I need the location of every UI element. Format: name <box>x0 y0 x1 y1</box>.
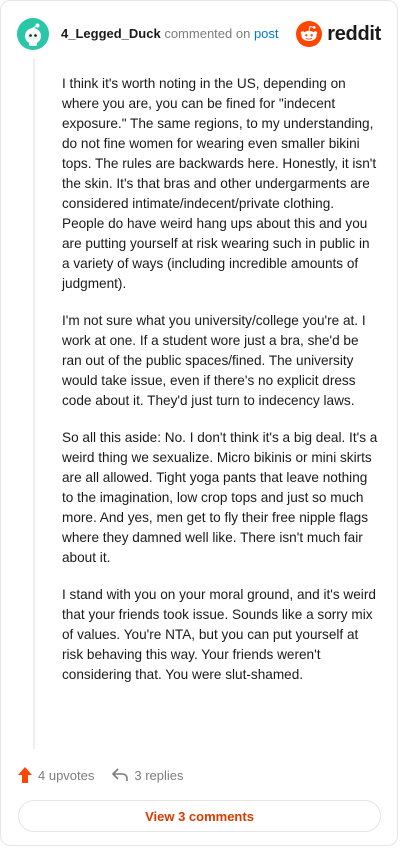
reddit-snoo-icon <box>296 21 323 47</box>
user-avatar[interactable] <box>17 18 49 50</box>
view-comments-button[interactable]: View 3 comments <box>18 800 381 832</box>
comment-paragraph: I think it's worth noting in the US, dep… <box>62 76 377 291</box>
comment-paragraph: So all this aside: No. I don't think it'… <box>62 430 378 565</box>
reddit-logo[interactable]: reddit <box>296 21 381 47</box>
comment-actions: 4 upvotes 3 replies <box>18 765 202 785</box>
comment-body: I think it's worth noting in the US, dep… <box>62 74 378 702</box>
comment-header: 4_Legged_Duck commented on post reddit <box>17 17 381 51</box>
upvote-count: 4 upvotes <box>38 767 95 783</box>
comment-paragraph: I stand with you on your moral ground, a… <box>62 587 376 682</box>
post-link[interactable]: post <box>254 26 279 41</box>
username-link[interactable]: 4_Legged_Duck <box>61 26 161 41</box>
replies-count: 3 replies <box>134 767 184 783</box>
upvote-arrow-icon <box>18 767 32 783</box>
comment-meta: 4_Legged_Duck commented on post <box>61 26 279 42</box>
commented-on-text: commented on <box>164 26 251 41</box>
reddit-wordmark: reddit <box>327 22 381 45</box>
reply-arrow-icon <box>112 768 129 781</box>
comment-card: 4_Legged_Duck commented on post reddit I… <box>0 0 398 846</box>
snoo-avatar-icon <box>25 23 41 46</box>
upvote-button[interactable]: 4 upvotes <box>18 767 94 783</box>
thread-line <box>33 59 35 749</box>
comment-paragraph: I'm not sure what you university/college… <box>62 313 366 408</box>
replies-button[interactable]: 3 replies <box>112 767 184 783</box>
